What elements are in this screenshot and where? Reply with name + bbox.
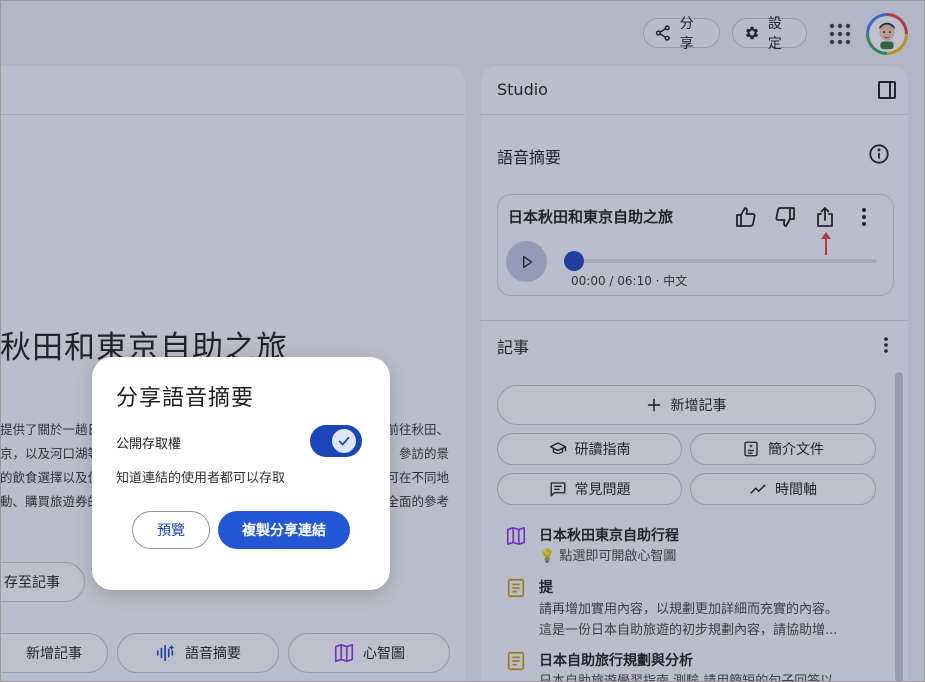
dialog-title: 分享語音摘要 xyxy=(116,386,255,411)
public-access-description: 知道連結的使用者都可以存取 xyxy=(116,471,286,486)
share-audio-dialog: 分享語音摘要 公開存取權 知道連結的使用者都可以存取 預覽 複製分享連結 xyxy=(92,357,390,590)
preview-button[interactable]: 預覽 xyxy=(132,511,210,549)
copy-share-link-button[interactable]: 複製分享連結 xyxy=(218,511,350,549)
toggle-knob xyxy=(332,429,356,453)
copy-share-link-label: 複製分享連結 xyxy=(242,523,326,539)
preview-button-label: 預覽 xyxy=(157,523,185,539)
app-root: 分享 設定 本秋田和東京自助之旅 提供了關於一趟日 前往秋田、 京，以及河口湖等… xyxy=(0,0,925,682)
check-icon xyxy=(338,437,350,446)
public-access-toggle[interactable] xyxy=(310,425,362,457)
public-access-label: 公開存取權 xyxy=(116,437,182,452)
